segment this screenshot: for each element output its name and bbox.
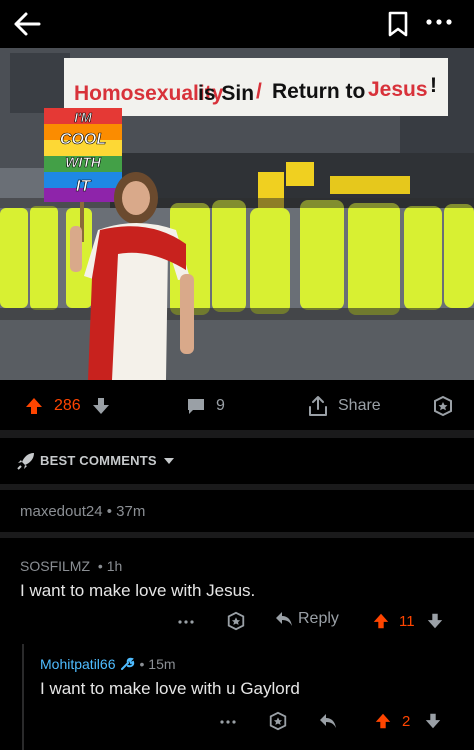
award-icon	[434, 395, 452, 417]
bookmark-icon[interactable]	[386, 10, 410, 38]
comment-meta: SOSFILMZ • 1h	[20, 558, 122, 574]
svg-text:I'M: I'M	[74, 110, 93, 125]
downvote-arrow-icon[interactable]	[424, 711, 442, 731]
upvote-arrow-icon[interactable]	[372, 611, 390, 631]
comment-time: • 1h	[97, 558, 123, 574]
comment-author[interactable]: Mohitpatil66	[40, 656, 116, 672]
upvote-group: 286	[24, 394, 111, 418]
more-options-icon[interactable]	[424, 10, 454, 34]
upvote-arrow-icon[interactable]	[24, 396, 44, 416]
svg-text:WITH: WITH	[65, 154, 102, 170]
svg-text:IT: IT	[76, 178, 91, 195]
svg-text:is Sin: is Sin	[198, 82, 254, 105]
comment-author[interactable]: SOSFILMZ	[20, 558, 90, 574]
reply-label: Reply	[298, 610, 339, 627]
back-arrow-icon[interactable]	[12, 9, 42, 39]
comment-body: I want to make love with u Gaylord	[40, 679, 300, 698]
post-image[interactable]: Homosexuality is Sin / Return to Jesus !	[0, 48, 474, 380]
comment-sort-bar[interactable]: BEST COMMENTS	[0, 438, 474, 484]
post-action-bar: 286 9 Share	[0, 382, 474, 430]
svg-text:COOL: COOL	[60, 131, 106, 148]
share-button[interactable]: Share	[308, 394, 381, 418]
share-icon	[309, 396, 327, 416]
reply-button[interactable]: Reply	[274, 610, 339, 628]
sort-label: BEST COMMENTS	[40, 453, 157, 468]
award-icon[interactable]	[226, 611, 246, 631]
chevron-down-icon	[164, 458, 174, 464]
comments-group[interactable]: 9	[186, 394, 225, 418]
svg-text:!: !	[430, 74, 437, 97]
comment-score: 2	[402, 713, 411, 730]
comment-meta: Mohitpatil66 • 15m	[40, 656, 176, 672]
downvote-arrow-icon[interactable]	[426, 611, 444, 631]
comment-bubble-icon	[188, 399, 204, 414]
comment-body: I want to make love with Jesus.	[20, 581, 256, 600]
comment: SOSFILMZ • 1h I want to make love with J…	[0, 538, 474, 642]
comment-count: 9	[216, 397, 225, 414]
section-divider	[0, 430, 474, 438]
comment-actions: 2	[24, 710, 474, 734]
reply-arrow-icon	[276, 612, 292, 626]
comment-actions: Reply 11	[0, 610, 474, 634]
collapsed-comment-meta: maxedout24 • 37m	[20, 503, 146, 520]
comment-score: 11	[399, 613, 415, 630]
svg-text:Jesus: Jesus	[368, 78, 428, 101]
upvote-count: 286	[54, 397, 81, 414]
rocket-icon	[17, 453, 34, 470]
svg-text:/: /	[256, 80, 262, 103]
collapsed-comment[interactable]: maxedout24 • 37m	[0, 490, 474, 532]
svg-text:Return to: Return to	[272, 80, 365, 103]
award-icon[interactable]	[268, 711, 288, 731]
more-options-icon[interactable]	[220, 719, 236, 725]
downvote-arrow-icon[interactable]	[91, 396, 111, 416]
post-image-scene: Homosexuality is Sin / Return to Jesus !	[0, 48, 474, 380]
award-button[interactable]	[432, 394, 454, 418]
reply-comment: Mohitpatil66 • 15m I want to make love w…	[24, 642, 474, 750]
share-label: Share	[338, 397, 381, 414]
comment-time: • 15m	[139, 656, 176, 672]
reply-arrow-icon[interactable]	[318, 712, 338, 730]
upvote-arrow-icon[interactable]	[374, 711, 392, 731]
wrench-flair-icon	[120, 657, 134, 670]
top-bar	[0, 0, 474, 48]
more-options-icon[interactable]	[178, 619, 194, 625]
